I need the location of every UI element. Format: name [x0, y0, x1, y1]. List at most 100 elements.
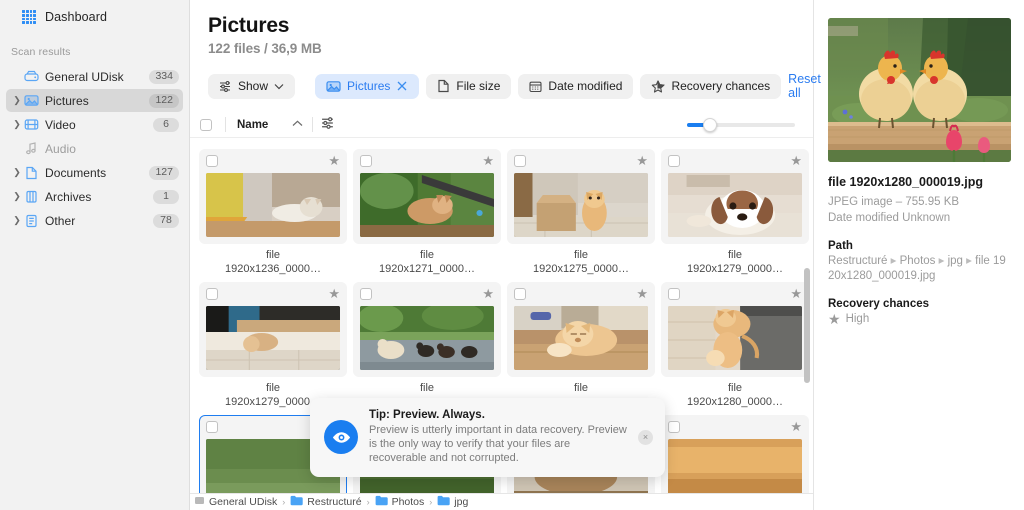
- sidebar-item-dashboard[interactable]: Dashboard: [0, 4, 189, 30]
- file-grid-cell[interactable]: ★ file 1920x1280_0000…: [658, 279, 812, 412]
- file-checkbox[interactable]: [206, 155, 218, 168]
- file-grid-cell[interactable]: ★ file: [504, 279, 658, 412]
- breadcrumb-item[interactable]: jpg: [437, 495, 468, 509]
- reset-all-button[interactable]: Reset all: [788, 72, 821, 100]
- show-filter-button[interactable]: Show: [208, 73, 296, 99]
- star-icon[interactable]: ★: [790, 420, 802, 433]
- detail-path-separator: ▸: [890, 255, 900, 267]
- file-checkbox[interactable]: [668, 421, 680, 434]
- slider-knob[interactable]: [703, 118, 717, 132]
- header-divider-2: [312, 117, 314, 133]
- sidebar-item-pictures[interactable]: ❯ Pictures 122: [6, 89, 183, 112]
- file-card[interactable]: ★: [661, 149, 809, 245]
- breadcrumb-item[interactable]: Restructuré: [290, 495, 362, 509]
- chevron-right-icon[interactable]: ❯: [11, 192, 23, 201]
- file-card[interactable]: ★: [353, 149, 501, 245]
- file-grid-cell[interactable]: ★ file 1920x1275_0000…: [504, 146, 658, 279]
- breadcrumb-item[interactable]: Photos: [375, 495, 424, 509]
- file-card[interactable]: ★: [199, 282, 347, 378]
- sidebar-item-audio[interactable]: ❯ Audio: [6, 137, 183, 160]
- filter-chip-date-modified[interactable]: Date modified: [518, 73, 634, 99]
- chevron-right-icon[interactable]: ❯: [11, 96, 23, 105]
- file-grid-cell[interactable]: ★ file 1920x1279_0000…: [196, 279, 350, 412]
- close-icon[interactable]: [396, 80, 408, 92]
- file-card[interactable]: ★: [353, 282, 501, 378]
- breadcrumb-separator: ›: [429, 497, 433, 507]
- file-caption: file 1920x1275_0000…: [507, 249, 655, 276]
- file-grid-cell[interactable]: ★ file: [350, 279, 504, 412]
- sidebar-nav-list: ❯ General UDisk 334 ❯ Pictures 122 ❯ Vid…: [0, 65, 189, 232]
- file-card-header: ★: [668, 287, 802, 303]
- star-icon[interactable]: ★: [482, 287, 494, 300]
- file-checkbox[interactable]: [360, 155, 372, 168]
- file-checkbox[interactable]: [668, 288, 680, 301]
- sidebar-item-other[interactable]: ❯ Other 78: [6, 209, 183, 232]
- file-checkbox[interactable]: [514, 155, 526, 168]
- column-options-icon[interactable]: [321, 116, 335, 134]
- star-icon[interactable]: ★: [328, 287, 340, 300]
- breadcrumb: General UDisk › Restructuré › Photos › j…: [190, 493, 813, 510]
- filter-chip-pictures[interactable]: Pictures: [315, 73, 420, 99]
- file-grid-cell[interactable]: ★ file 1920x1236_0000…: [196, 146, 350, 279]
- filter-chip-label: Recovery chances: [671, 79, 771, 93]
- detail-file-name: file 1920x1280_000019.jpg: [828, 175, 983, 189]
- select-all-checkbox[interactable]: [200, 118, 212, 131]
- preview-image[interactable]: [828, 18, 1011, 162]
- chevron-right-icon[interactable]: ❯: [11, 120, 23, 129]
- sidebar-item-video[interactable]: ❯ Video 6: [6, 113, 183, 136]
- filter-chip-list: Pictures File size Date modified Recover…: [315, 73, 782, 99]
- file-card[interactable]: ★: [199, 149, 347, 245]
- file-caption: file 1920x1271_0000…: [353, 249, 501, 276]
- filter-chip-file-size[interactable]: File size: [426, 73, 512, 99]
- filter-chip-recovery-chances[interactable]: Recovery chances: [640, 73, 782, 99]
- chevron-right-icon[interactable]: ❯: [11, 216, 23, 225]
- file-card[interactable]: ★: [507, 149, 655, 245]
- file-card-header: ★: [668, 420, 802, 436]
- vertical-scrollbar[interactable]: [804, 268, 810, 384]
- file-checkbox[interactable]: [360, 288, 372, 301]
- file-grid-cell[interactable]: ★ file 1920x1271_0000…: [350, 146, 504, 279]
- file-caption-line1: file: [573, 382, 589, 395]
- file-checkbox[interactable]: [206, 421, 218, 434]
- star-icon[interactable]: ★: [636, 287, 648, 300]
- folder-icon: [290, 495, 303, 509]
- file-grid-cell[interactable]: ★ file 1920x1279_0000…: [658, 146, 812, 279]
- tip-toast[interactable]: Tip: Preview. Always. Preview is utterly…: [310, 398, 665, 477]
- breadcrumb-item[interactable]: General UDisk: [194, 495, 277, 509]
- sidebar-item-label: Archives: [45, 189, 92, 204]
- file-caption-line2: 1920x1279_0000…: [686, 262, 784, 275]
- chevron-down-icon: [274, 83, 284, 90]
- thumbnail-size-slider[interactable]: [687, 118, 795, 132]
- file-checkbox[interactable]: [514, 288, 526, 301]
- file-caption-line2: 1920x1236_0000…: [224, 262, 322, 275]
- column-header-name[interactable]: Name: [237, 119, 268, 131]
- star-icon[interactable]: ★: [328, 154, 340, 167]
- file-caption-line2: 1920x1271_0000…: [378, 262, 476, 275]
- file-caption-line1: file: [265, 382, 281, 395]
- file-checkbox[interactable]: [668, 155, 680, 168]
- archive-icon: [23, 190, 40, 203]
- pictures-icon: [326, 80, 341, 93]
- file-checkbox[interactable]: [206, 288, 218, 301]
- sort-ascending-icon[interactable]: [292, 119, 303, 130]
- file-card-header: ★: [514, 154, 648, 170]
- toast-close-button[interactable]: ×: [638, 429, 653, 445]
- star-icon[interactable]: ★: [482, 154, 494, 167]
- file-card[interactable]: ★: [507, 282, 655, 378]
- filter-chip-label: Date modified: [548, 79, 623, 93]
- filter-bar: Show Pictures File size Date modified Re…: [190, 56, 821, 100]
- sidebar-item-documents[interactable]: ❯ Documents 127: [6, 161, 183, 184]
- toast-body: Tip: Preview. Always. Preview is utterly…: [369, 409, 627, 465]
- star-icon[interactable]: ★: [636, 154, 648, 167]
- sidebar-item-general-udisk[interactable]: ❯ General UDisk 334: [6, 65, 183, 88]
- file-caption: file: [353, 382, 501, 396]
- star-icon[interactable]: ★: [790, 154, 802, 167]
- star-icon[interactable]: ★: [790, 287, 802, 300]
- chevron-right-icon[interactable]: ❯: [11, 168, 23, 177]
- sidebar-item-label: Other: [45, 213, 76, 228]
- sidebar-item-archives[interactable]: ❯ Archives 1: [6, 185, 183, 208]
- file-card[interactable]: ★: [661, 282, 809, 378]
- detail-path-part: Restructuré: [828, 255, 888, 267]
- detail-path-value: Restructuré ▸ Photos ▸ jpg ▸ file 1920x1…: [828, 254, 1010, 284]
- file-caption: file: [507, 382, 655, 396]
